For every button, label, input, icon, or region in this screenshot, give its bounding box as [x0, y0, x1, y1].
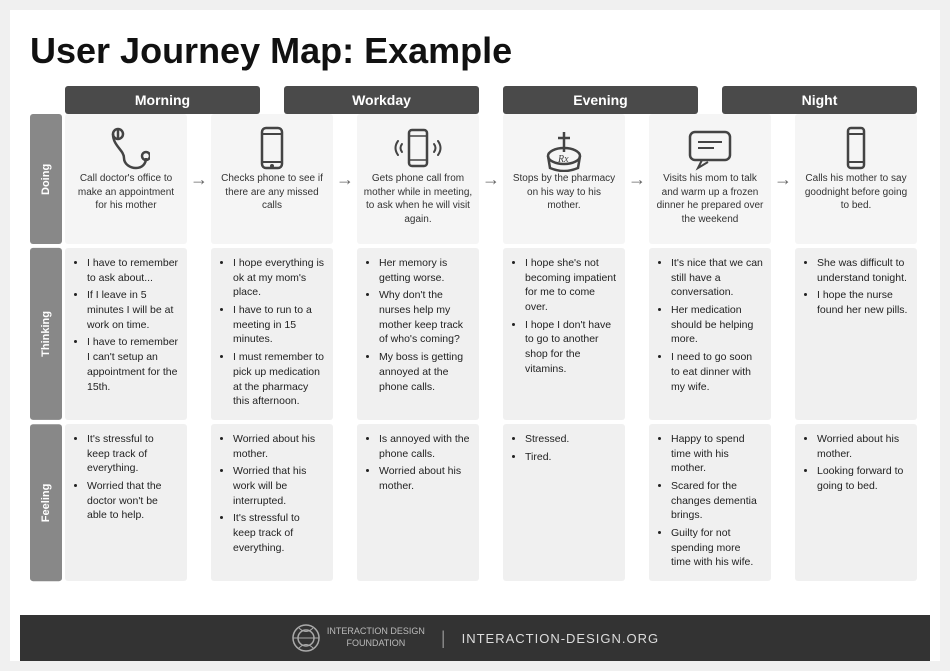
journey-table: Morning Workday Evening Night Doing	[30, 86, 920, 615]
thinking-item: If I leave in 5 minutes I will be at wor…	[87, 288, 179, 332]
thinking-cell-2: Her memory is getting worse. Why don't t…	[357, 248, 479, 420]
thinking-item: I hope she's not becoming impatient for …	[525, 256, 617, 315]
footer-logo: INTERACTION DESIGN FOUNDATION	[291, 623, 425, 653]
doing-text-2: Gets phone call from mother while in mee…	[363, 172, 473, 226]
thinking-item: I hope I don't have to go to another sho…	[525, 318, 617, 377]
doing-cell-5: Calls his mother to say goodnight before…	[795, 114, 917, 244]
doing-label: Doing	[30, 114, 62, 244]
arrow-2: →	[482, 114, 500, 244]
thinking-cell-4: It's nice that we can still have a conve…	[649, 248, 771, 420]
thinking-item: Her medication should be helping more.	[671, 303, 763, 347]
thinking-cell-5: She was difficult to understand tonight.…	[795, 248, 917, 420]
thinking-label: Thinking	[30, 248, 62, 420]
footer-org-line1: INTERACTION DESIGN	[327, 626, 425, 638]
feeling-item: Worried about his mother.	[233, 432, 325, 461]
doing-cell-4: Visits his mom to talk and warm up a fro…	[649, 114, 771, 244]
thinking-item: She was difficult to understand tonight.	[817, 256, 909, 285]
phase-night: Night	[722, 86, 917, 114]
doing-text-3: Stops by the pharmacy on his way to his …	[509, 172, 619, 213]
arrow-0: →	[190, 114, 208, 244]
doing-cell-2: Gets phone call from mother while in mee…	[357, 114, 479, 244]
thinking-item: I have to run to a meeting in 15 minutes…	[233, 303, 325, 347]
thinking-item: I have to remember I can't setup an appo…	[87, 335, 179, 394]
mortar-icon: Rx	[540, 124, 588, 172]
phone-ringing-icon	[394, 124, 442, 172]
phone-icon	[248, 124, 296, 172]
feeling-item: Is annoyed with the phone calls.	[379, 432, 471, 461]
stethoscope-icon	[102, 124, 150, 172]
thinking-item: I hope everything is ok at my mom's plac…	[233, 256, 325, 300]
feeling-item: Looking forward to going to bed.	[817, 464, 909, 493]
chat-icon	[686, 124, 734, 172]
feeling-item: Worried about his mother.	[379, 464, 471, 493]
feeling-cell-0: It's stressful to keep track of everythi…	[65, 424, 187, 581]
thinking-cells: I have to remember to ask about... If I …	[62, 248, 920, 420]
thinking-item: I have to remember to ask about...	[87, 256, 179, 285]
doing-text-5: Calls his mother to say goodnight before…	[801, 172, 911, 213]
feeling-item: Scared for the changes dementia brings.	[671, 479, 763, 523]
thinking-item: It's nice that we can still have a conve…	[671, 256, 763, 300]
svg-text:Rx: Rx	[557, 154, 569, 165]
thinking-item: I need to go soon to eat dinner with my …	[671, 350, 763, 394]
arrow-3: →	[628, 114, 646, 244]
doing-cell-3: Rx Stops by the pharmacy on his way to h…	[503, 114, 625, 244]
feeling-cells: It's stressful to keep track of everythi…	[62, 424, 920, 581]
header-row: Morning Workday Evening Night	[62, 86, 920, 114]
feeling-item: Stressed.	[525, 432, 617, 447]
thinking-item: I must remember to pick up medication at…	[233, 350, 325, 409]
thinking-cell-0: I have to remember to ask about... If I …	[65, 248, 187, 420]
page-title: User Journey Map: Example	[30, 30, 920, 72]
thinking-item: My boss is getting annoyed at the phone …	[379, 350, 471, 394]
thinking-row: Thinking I have to remember to ask about…	[30, 248, 920, 420]
doing-cell-0: Call doctor's office to make an appointm…	[65, 114, 187, 244]
phase-workday: Workday	[284, 86, 479, 114]
doing-text-4: Visits his mom to talk and warm up a fro…	[655, 172, 765, 226]
foundation-logo-icon	[291, 623, 321, 653]
thinking-cell-3: I hope she's not becoming impatient for …	[503, 248, 625, 420]
feeling-row: Feeling It's stressful to keep track of …	[30, 424, 920, 581]
main-container: User Journey Map: Example Morning Workda…	[10, 10, 940, 661]
feeling-cell-1: Worried about his mother. Worried that h…	[211, 424, 333, 581]
feeling-item: Tired.	[525, 450, 617, 465]
arrow-4: →	[774, 114, 792, 244]
feeling-item: Guilty for not spending more time with h…	[671, 526, 763, 570]
thinking-item: Why don't the nurses help my mother keep…	[379, 288, 471, 347]
feeling-label: Feeling	[30, 424, 62, 581]
feeling-item: Worried that the doctor won't be able to…	[87, 479, 179, 523]
thinking-item: I hope the nurse found her new pills.	[817, 288, 909, 317]
feeling-item: It's stressful to keep track of everythi…	[87, 432, 179, 476]
doing-cell-1: Checks phone to see if there are any mis…	[211, 114, 333, 244]
feeling-cell-5: Worried about his mother. Looking forwar…	[795, 424, 917, 581]
phase-morning: Morning	[65, 86, 260, 114]
footer-website: INTERACTION-DESIGN.ORG	[462, 631, 660, 646]
doing-text-1: Checks phone to see if there are any mis…	[217, 172, 327, 213]
phase-evening: Evening	[503, 86, 698, 114]
feeling-item: Worried that his work will be interrupte…	[233, 464, 325, 508]
feeling-cell-3: Stressed. Tired.	[503, 424, 625, 581]
thinking-cell-1: I hope everything is ok at my mom's plac…	[211, 248, 333, 420]
doing-row: Doing Call doctor's office to make an ap…	[30, 114, 920, 244]
phone2-icon	[832, 124, 880, 172]
feeling-cell-2: Is annoyed with the phone calls. Worried…	[357, 424, 479, 581]
footer: INTERACTION DESIGN FOUNDATION | INTERACT…	[20, 615, 930, 661]
feeling-item: Worried about his mother.	[817, 432, 909, 461]
feeling-item: It's stressful to keep track of everythi…	[233, 511, 325, 555]
footer-divider: |	[441, 628, 446, 649]
feeling-item: Happy to spend time with his mother.	[671, 432, 763, 476]
doing-text-0: Call doctor's office to make an appointm…	[71, 172, 181, 213]
footer-org-line2: FOUNDATION	[327, 638, 425, 650]
feeling-cell-4: Happy to spend time with his mother. Sca…	[649, 424, 771, 581]
doing-cells: Call doctor's office to make an appointm…	[62, 114, 920, 244]
thinking-item: Her memory is getting worse.	[379, 256, 471, 285]
arrow-1: →	[336, 114, 354, 244]
